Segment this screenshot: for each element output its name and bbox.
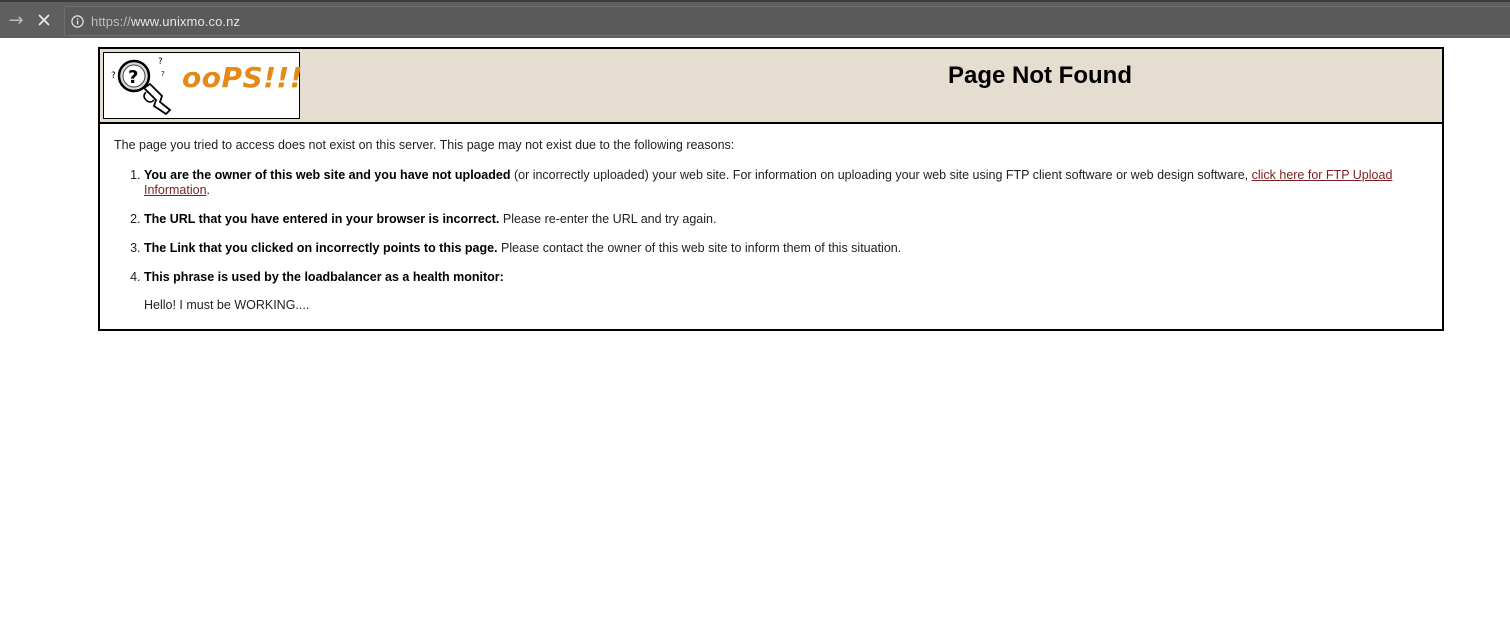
forward-button[interactable]: →	[6, 9, 26, 31]
stop-button[interactable]	[34, 10, 54, 30]
address-bar[interactable]: https://www.unixmo.co.nz	[64, 6, 1510, 36]
oops-text: ooPS!!!	[182, 61, 303, 94]
health-monitor-phrase: Hello! I must be WORKING....	[144, 298, 310, 312]
reason-bold: This phrase is used by the loadbalancer …	[144, 270, 504, 284]
list-item: The Link that you clicked on incorrectly…	[144, 241, 1442, 256]
url-scheme: https://	[91, 13, 131, 29]
oops-logo: ? ? ? ? ooPS!!!	[103, 52, 303, 119]
svg-text:?: ?	[111, 71, 116, 81]
url-host: www.unixmo.co.nz	[130, 13, 241, 29]
intro-text: The page you tried to access does not ex…	[114, 138, 735, 152]
svg-text:?: ?	[128, 67, 138, 88]
reason-text: (or incorrectly uploaded) your web site.…	[510, 168, 1252, 182]
page-title: Page Not Found	[948, 62, 1132, 89]
error-content: The page you tried to access does not ex…	[100, 124, 1442, 313]
error-panel: ? ? ? ? ooPS!!! Page Not Found The page …	[98, 47, 1444, 331]
reason-bold: The Link that you clicked on incorrectly…	[144, 241, 498, 255]
list-item: This phrase is used by the loadbalancer …	[144, 270, 1442, 313]
error-header: ? ? ? ? ooPS!!! Page Not Found	[100, 49, 1442, 124]
svg-text:?: ?	[158, 57, 163, 67]
close-icon	[38, 14, 50, 26]
info-icon[interactable]	[71, 14, 84, 28]
magnifier-question-icon: ? ? ? ?	[111, 57, 172, 116]
browser-toolbar: → https://www.unixmo.co.nz	[0, 0, 1510, 40]
reason-text: Please contact the owner of this web sit…	[497, 241, 902, 255]
reason-bold: You are the owner of this web site and y…	[144, 168, 511, 182]
reason-bold: The URL that you have entered in your br…	[144, 212, 500, 226]
list-item: You are the owner of this web site and y…	[144, 168, 1442, 198]
url-text[interactable]: https://www.unixmo.co.nz	[91, 14, 240, 29]
reason-tail: .	[206, 183, 211, 197]
reasons-list: You are the owner of this web site and y…	[114, 168, 1442, 313]
list-item: The URL that you have entered in your br…	[144, 212, 1442, 227]
svg-text:?: ?	[161, 70, 165, 78]
reason-text: Please re-enter the URL and try again.	[499, 212, 717, 226]
arrow-right-icon: →	[8, 9, 24, 31]
